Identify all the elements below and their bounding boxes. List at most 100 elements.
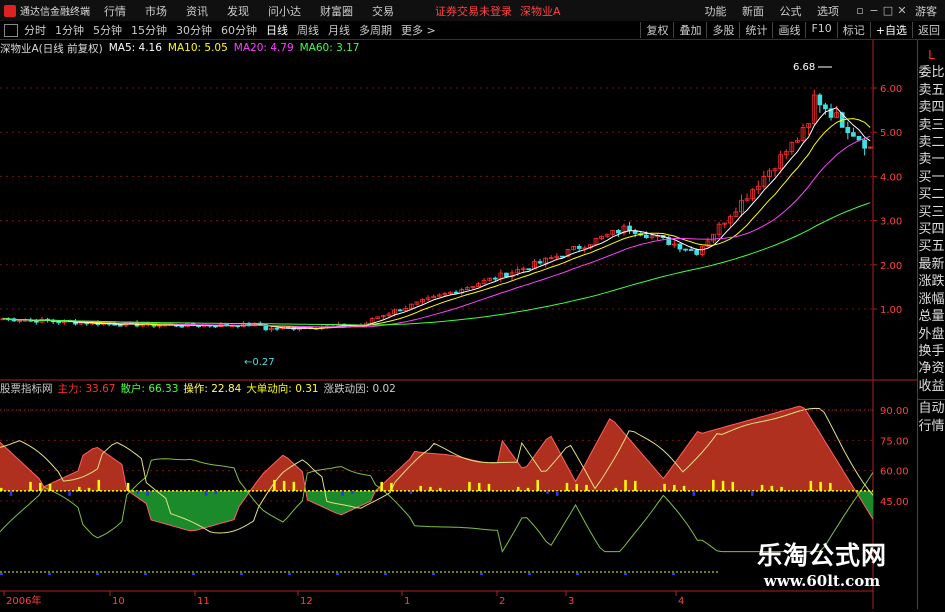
menu-new-page[interactable]: 新面 [742, 5, 764, 18]
side-item-9[interactable]: 买四 [918, 221, 945, 238]
tool-f10[interactable]: F10 [805, 22, 836, 38]
side-item-4[interactable]: 卖二 [918, 134, 945, 151]
date-label: 10 [112, 596, 125, 607]
side-mark: L [928, 48, 935, 62]
candle-body [453, 291, 459, 294]
indicator-name: 股票指标网 [0, 382, 53, 395]
period-60min[interactable]: 60分钟 [221, 22, 257, 38]
minimize-icon[interactable]: − [867, 4, 881, 17]
menu-discover[interactable]: 发现 [227, 3, 249, 19]
period-more[interactable]: 更多 > [401, 22, 436, 38]
momentum-bar [672, 573, 675, 575]
side-tab-auto[interactable]: 自动 [918, 399, 945, 417]
side-item-1[interactable]: 卖五 [918, 82, 945, 99]
price-label: 1.00 [880, 305, 902, 316]
big-order-bar [682, 485, 686, 491]
maximize-icon[interactable]: □ [881, 4, 895, 17]
side-item-16[interactable]: 换手 [918, 343, 945, 360]
kline-chart[interactable]: 6.00 5.00 4.00 3.00 2.00 1.00 90.00 75.00 60.00 4… [0, 40, 918, 609]
side-item-0[interactable]: 委比 [918, 64, 945, 81]
momentum-bar [0, 573, 3, 575]
momentum-bar [192, 573, 195, 575]
current-stock: 深物业A [520, 4, 561, 18]
side-item-7[interactable]: 买二 [918, 186, 945, 203]
big-order-bar [380, 481, 383, 491]
side-item-6[interactable]: 买一 [918, 169, 945, 186]
big-order-bar-neg [146, 490, 149, 496]
candle-body [117, 324, 123, 327]
legend-title: 深物业A(日线 前复权) [0, 42, 103, 55]
layout-toggle-icon[interactable] [4, 23, 18, 37]
period-15min[interactable]: 15分钟 [131, 22, 167, 38]
tool-adjust[interactable]: 复权 [640, 22, 673, 38]
big-order-bar [39, 482, 42, 491]
momentum-bar [336, 573, 339, 575]
tool-draw[interactable]: 画线 [772, 22, 805, 38]
menu-formula[interactable]: 公式 [780, 5, 802, 18]
big-order-bar [516, 486, 520, 491]
tool-overlay[interactable]: 叠加 [673, 22, 706, 38]
side-item-13[interactable]: 涨幅 [918, 291, 945, 308]
period-5min[interactable]: 5分钟 [93, 22, 122, 38]
close-icon[interactable]: ✕ [895, 4, 909, 17]
menu-function[interactable]: 功能 [705, 5, 727, 18]
side-item-18[interactable]: 收益 [918, 378, 945, 395]
side-item-3[interactable]: 卖三 [918, 117, 945, 134]
tool-mark[interactable]: 标记 [836, 22, 870, 38]
period-multi[interactable]: 多周期 [359, 22, 392, 38]
momentum-bar [288, 573, 291, 575]
date-label: 2 [499, 596, 505, 607]
side-item-14[interactable]: 总量 [918, 308, 945, 325]
restore-icon[interactable]: ▫ [853, 4, 867, 17]
window-controls: ▫ − □ ✕ [853, 4, 909, 17]
momentum-bar [432, 573, 435, 575]
app-logo-icon [4, 4, 16, 17]
menu-wealth[interactable]: 财富圈 [320, 3, 353, 19]
user-label[interactable]: 游客 [915, 3, 937, 19]
side-item-8[interactable]: 买三 [918, 204, 945, 221]
side-item-12[interactable]: 涨跌 [918, 273, 945, 290]
ma5-line [2, 107, 871, 330]
price-label: 5.00 [880, 128, 902, 139]
watermark-title: 乐淘公式网 [756, 541, 887, 570]
menu-ask[interactable]: 问小达 [268, 3, 301, 19]
big-order-bar [565, 482, 569, 491]
side-item-10[interactable]: 买五 [918, 238, 945, 255]
tool-add-favorite[interactable]: +自选 [869, 22, 912, 38]
side-item-15[interactable]: 外盘 [918, 326, 945, 343]
side-item-5[interactable]: 卖一 [918, 151, 945, 168]
candle-body [179, 325, 185, 328]
chart-area[interactable]: 6.00 5.00 4.00 3.00 2.00 1.00 90.00 75.00 60.00 4… [0, 40, 918, 609]
tool-multi[interactable]: 多股 [706, 22, 739, 38]
broker-status[interactable]: 证券交易未登录 [435, 3, 512, 19]
indicator-legend: 股票指标网 主力: 33.67 散户: 66.33 操作: 22.84 大单动向… [0, 380, 401, 396]
candle-body [560, 255, 565, 258]
candle-body [862, 139, 867, 149]
side-tab-quote[interactable]: 行情 [918, 418, 945, 435]
candle-body [643, 234, 649, 238]
side-item-11[interactable]: 最新 [918, 256, 945, 273]
date-label: 4 [678, 596, 684, 607]
big-order-bar [477, 482, 481, 491]
period-tick[interactable]: 分时 [24, 22, 46, 38]
period-week[interactable]: 周线 [297, 22, 319, 38]
period-30min[interactable]: 30分钟 [176, 22, 212, 38]
menu-market[interactable]: 市场 [145, 3, 167, 19]
menu-trade[interactable]: 交易 [372, 3, 394, 19]
momentum-bar [48, 573, 51, 575]
period-1min[interactable]: 1分钟 [55, 22, 84, 38]
side-item-2[interactable]: 卖四 [918, 99, 945, 116]
tool-back[interactable]: 返回 [912, 22, 945, 38]
candle-body [677, 243, 683, 250]
tool-stats[interactable]: 统计 [739, 22, 772, 38]
menu-quotes[interactable]: 行情 [104, 3, 126, 19]
side-item-17[interactable]: 净资 [918, 360, 945, 377]
menu-options[interactable]: 选项 [817, 5, 839, 18]
big-order-bar [721, 480, 725, 491]
big-order-bar [770, 485, 774, 491]
price-label: 4.00 [880, 172, 902, 183]
period-day[interactable]: 日线 [266, 22, 288, 38]
legend-operation: 操作: 22.84 [183, 382, 242, 395]
period-month[interactable]: 月线 [328, 22, 350, 38]
menu-news[interactable]: 资讯 [186, 3, 208, 19]
